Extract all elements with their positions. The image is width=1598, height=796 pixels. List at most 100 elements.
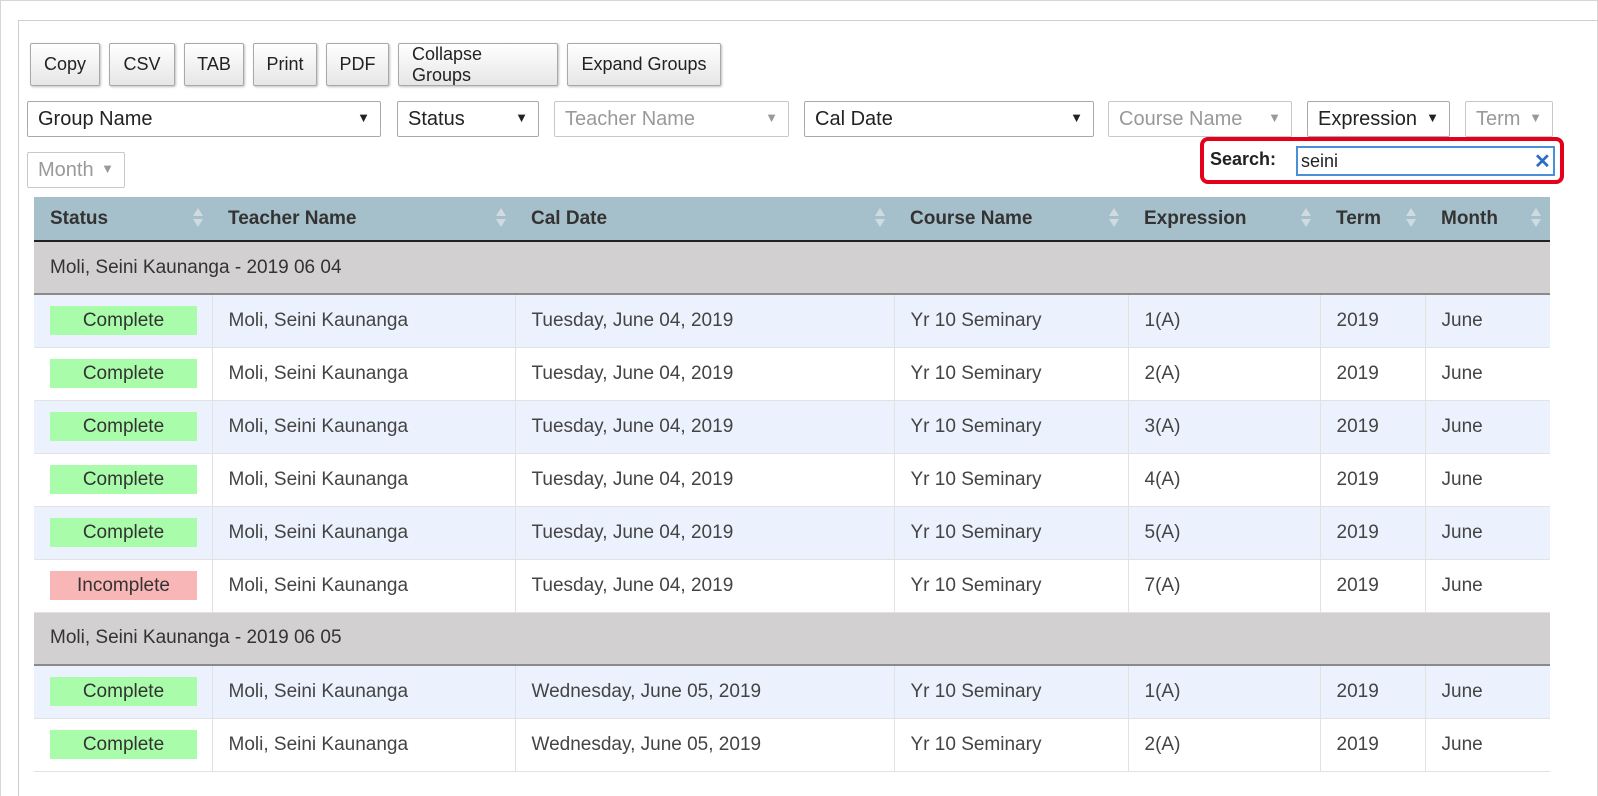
- table-row: Complete Moli, Seini Kaunanga Tuesday, Jun…: [34, 347, 1550, 401]
- cell-cal-date: Tuesday, June 04, 2019: [515, 400, 895, 454]
- cell-month: June: [1425, 294, 1550, 348]
- cell-course-name: Yr 10 Seminary: [894, 400, 1129, 454]
- cell-month: June: [1425, 506, 1550, 560]
- column-header-label: Status: [50, 207, 109, 229]
- term-filter-label: Term: [1476, 107, 1521, 130]
- status-badge: Complete: [50, 306, 197, 336]
- cell-cal-date: Tuesday, June 04, 2019: [515, 506, 895, 560]
- cell-term: 2019: [1320, 559, 1426, 613]
- cell-month: June: [1425, 347, 1550, 401]
- status-badge: Complete: [50, 359, 197, 388]
- sort-icon: [874, 208, 886, 230]
- course-name-filter[interactable]: Course Name ▼: [1108, 101, 1292, 137]
- sort-icon: [1405, 208, 1417, 230]
- cell-status: Incomplete: [34, 559, 213, 613]
- collapse-groups-button[interactable]: Collapse Groups: [398, 43, 558, 86]
- month-filter[interactable]: Month ▼: [27, 152, 125, 188]
- group-name-filter[interactable]: Group Name ▼: [27, 101, 381, 137]
- cell-status: Complete: [34, 347, 213, 401]
- cell-month: June: [1425, 453, 1550, 507]
- cell-teacher-name: Moli, Seini Kaunanga: [212, 294, 516, 348]
- cell-term: 2019: [1320, 347, 1426, 401]
- group-name-filter-label: Group Name: [38, 107, 153, 130]
- column-header-label: Month: [1441, 207, 1498, 229]
- cell-teacher-name: Moli, Seini Kaunanga: [212, 718, 516, 772]
- status-filter[interactable]: Status ▼: [397, 101, 539, 137]
- clear-search-icon[interactable]: ✕: [1534, 149, 1551, 174]
- term-filter[interactable]: Term ▼: [1465, 101, 1553, 137]
- column-header-month[interactable]: Month: [1425, 197, 1550, 242]
- copy-button[interactable]: Copy: [30, 43, 100, 86]
- expand-groups-button[interactable]: Expand Groups: [567, 43, 721, 86]
- column-header-label: Cal Date: [531, 207, 608, 229]
- cell-status: Complete: [34, 718, 213, 772]
- cell-month: June: [1425, 718, 1550, 772]
- caret-down-icon: ▼: [101, 161, 114, 176]
- status-badge: Complete: [50, 465, 197, 494]
- cell-month: June: [1425, 665, 1550, 719]
- caret-down-icon: ▼: [1426, 110, 1439, 125]
- caret-down-icon: ▼: [1529, 110, 1542, 125]
- group-row[interactable]: Moli, Seini Kaunanga - 2019 06 05: [34, 612, 1550, 666]
- table-row: Incomplete Moli, Seini Kaunanga Tuesday, J…: [34, 559, 1550, 613]
- cell-cal-date: Tuesday, June 04, 2019: [515, 294, 895, 348]
- caret-down-icon: ▼: [357, 110, 370, 125]
- table-header-row: Status Teacher Name Cal Date Course Name…: [34, 197, 1550, 242]
- cell-course-name: Yr 10 Seminary: [894, 453, 1129, 507]
- column-header-course-name[interactable]: Course Name: [894, 197, 1128, 242]
- cell-cal-date: Wednesday, June 05, 2019: [515, 718, 895, 772]
- cell-teacher-name: Moli, Seini Kaunanga: [212, 453, 516, 507]
- cell-course-name: Yr 10 Seminary: [894, 665, 1129, 719]
- caret-down-icon: ▼: [765, 110, 778, 125]
- status-filter-label: Status: [408, 107, 465, 130]
- group-row[interactable]: Moli, Seini Kaunanga - 2019 06 04: [34, 241, 1550, 295]
- cell-expression: 2(A): [1128, 347, 1321, 401]
- csv-button[interactable]: CSV: [109, 43, 175, 86]
- cell-cal-date: Tuesday, June 04, 2019: [515, 347, 895, 401]
- column-header-status[interactable]: Status: [34, 197, 212, 242]
- teacher-name-filter-label: Teacher Name: [565, 107, 696, 130]
- status-badge: Complete: [50, 518, 197, 547]
- pdf-button[interactable]: PDF: [326, 43, 389, 86]
- sort-icon: [495, 208, 507, 230]
- expression-filter-label: Expression: [1318, 107, 1417, 130]
- results-table: Status Teacher Name Cal Date Course Name…: [34, 197, 1550, 772]
- table-row: Complete Moli, Seini Kaunanga Wednesday, J…: [34, 718, 1550, 772]
- cell-teacher-name: Moli, Seini Kaunanga: [212, 347, 516, 401]
- cell-cal-date: Tuesday, June 04, 2019: [515, 453, 895, 507]
- cell-term: 2019: [1320, 665, 1426, 719]
- month-filter-label: Month: [38, 158, 94, 181]
- sort-icon: [1300, 208, 1312, 230]
- table-row: Complete Moli, Seini Kaunanga Tuesday, Jun…: [34, 453, 1550, 507]
- caret-down-icon: ▼: [515, 110, 528, 125]
- cell-term: 2019: [1320, 718, 1426, 772]
- export-toolbar: Copy CSV TAB Print PDF Collapse Groups E…: [30, 43, 721, 86]
- search-input[interactable]: [1296, 146, 1555, 176]
- teacher-name-filter[interactable]: Teacher Name ▼: [554, 101, 789, 137]
- status-badge: Complete: [50, 677, 197, 707]
- cell-expression: 4(A): [1128, 453, 1321, 507]
- column-header-expression[interactable]: Expression: [1128, 197, 1320, 242]
- status-badge: Incomplete: [50, 571, 197, 600]
- column-header-term[interactable]: Term: [1320, 197, 1425, 242]
- cell-month: June: [1425, 400, 1550, 454]
- cell-expression: 1(A): [1128, 665, 1321, 719]
- column-header-teacher-name[interactable]: Teacher Name: [212, 197, 515, 242]
- cell-cal-date: Tuesday, June 04, 2019: [515, 559, 895, 613]
- print-button[interactable]: Print: [253, 43, 317, 86]
- cell-expression: 3(A): [1128, 400, 1321, 454]
- cell-teacher-name: Moli, Seini Kaunanga: [212, 665, 516, 719]
- search-label: Search:: [1210, 149, 1277, 169]
- column-header-label: Term: [1336, 207, 1382, 229]
- status-badge: Complete: [50, 412, 197, 441]
- cell-teacher-name: Moli, Seini Kaunanga: [212, 400, 516, 454]
- cell-expression: 7(A): [1128, 559, 1321, 613]
- expression-filter[interactable]: Expression ▼: [1307, 101, 1450, 137]
- column-header-cal-date[interactable]: Cal Date: [515, 197, 894, 242]
- cell-course-name: Yr 10 Seminary: [894, 506, 1129, 560]
- table-row: Complete Moli, Seini Kaunanga Tuesday, Jun…: [34, 400, 1550, 454]
- column-header-label: Teacher Name: [228, 207, 357, 229]
- cell-status: Complete: [34, 453, 213, 507]
- tab-button[interactable]: TAB: [184, 43, 244, 86]
- cal-date-filter[interactable]: Cal Date ▼: [804, 101, 1094, 137]
